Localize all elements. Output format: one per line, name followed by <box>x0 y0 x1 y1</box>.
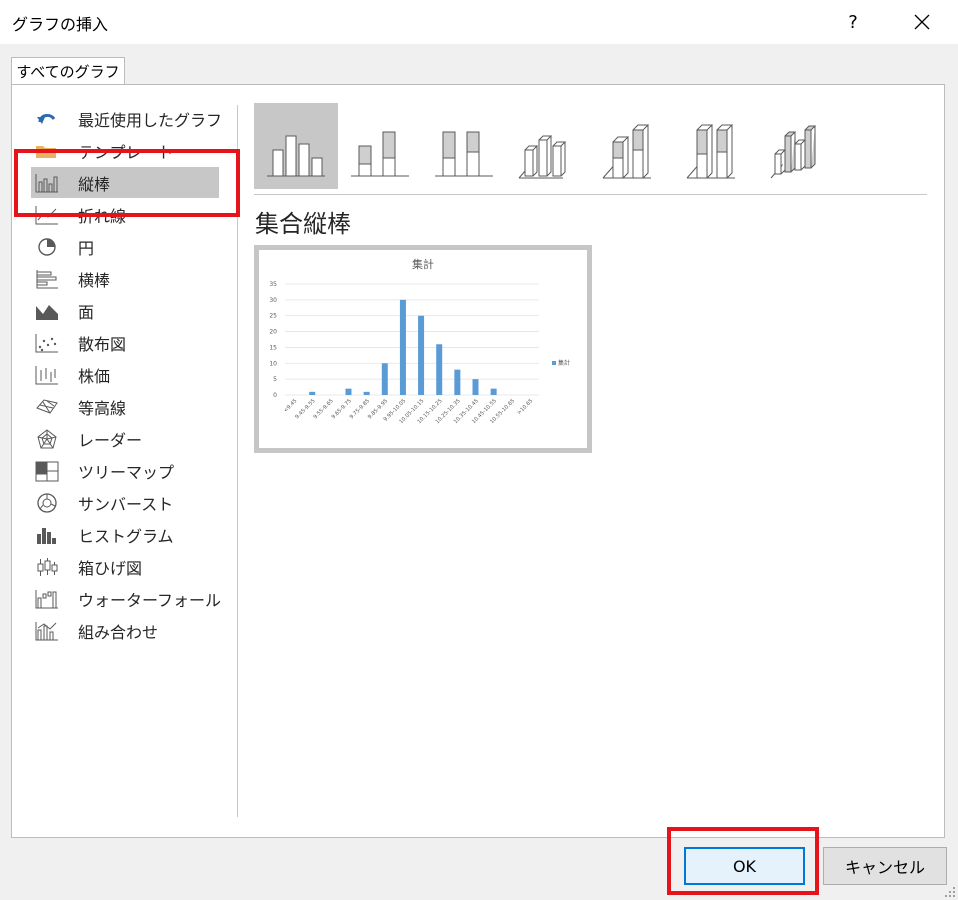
3d-stacked-column-icon[interactable] <box>590 103 674 189</box>
highlight-box-column <box>14 149 240 217</box>
dialog-title: グラフの挿入 <box>12 15 109 34</box>
chart-type-label: 最近使用したグラフ <box>78 110 223 130</box>
chart-type-label: 円 <box>78 238 95 258</box>
clustered-column-icon[interactable] <box>254 103 338 189</box>
chart-type-label: ウォーターフォール <box>78 590 222 610</box>
x-tick-label: >10.65 <box>516 398 534 416</box>
chart-type-item[interactable]: レーダー <box>31 423 219 454</box>
title-bar: グラフの挿入 ? <box>0 0 958 44</box>
chart-type-label: 散布図 <box>78 334 127 354</box>
close-icon <box>914 14 930 30</box>
chart-type-item[interactable]: 組み合わせ <box>31 615 219 646</box>
y-tick-label: 35 <box>269 281 277 288</box>
pie-chart-icon <box>34 236 60 258</box>
radar-chart-icon <box>34 428 60 450</box>
y-tick-label: 25 <box>269 313 277 320</box>
bar <box>309 391 316 395</box>
chart-type-item[interactable]: 散布図 <box>31 327 219 358</box>
sunburst-icon <box>34 492 60 514</box>
resize-grip-icon[interactable] <box>944 886 956 898</box>
combo-chart-icon <box>34 620 60 642</box>
treemap-icon <box>34 460 60 482</box>
y-tick-label: 30 <box>269 297 277 304</box>
chart-type-item[interactable]: ツリーマップ <box>31 455 219 486</box>
bar <box>454 369 461 395</box>
chart-type-item[interactable]: サンバースト <box>31 487 219 518</box>
y-tick-label: 5 <box>273 376 277 383</box>
stacked-column-icon[interactable] <box>338 103 422 189</box>
chart-type-label: 等高線 <box>78 398 127 418</box>
chart-type-label: 横棒 <box>78 270 111 290</box>
chart-type-item[interactable]: 箱ひげ図 <box>31 551 219 582</box>
close-button[interactable] <box>902 4 942 40</box>
subtype-heading: 集合縦棒 <box>255 210 351 238</box>
bar <box>363 391 370 395</box>
chart-type-label: 面 <box>78 302 95 322</box>
3d-column-icon[interactable] <box>758 103 842 189</box>
chart-type-item[interactable]: ウォーターフォール <box>31 583 222 614</box>
help-button[interactable]: ? <box>836 4 870 40</box>
100-stacked-column-icon[interactable] <box>422 103 506 189</box>
bar <box>472 379 479 395</box>
box-whisker-icon <box>34 556 60 578</box>
ok-button[interactable]: OK <box>684 847 805 885</box>
3d-100-stacked-column-icon[interactable] <box>674 103 758 189</box>
recent-icon <box>34 108 60 130</box>
chart-preview[interactable]: 集計 0 5 10 15 20 25 30 35 <9.45 9.45-9.55 9.55-9.65 9… <box>254 245 592 453</box>
legend-label: 集計 <box>558 359 570 367</box>
y-tick-label: 10 <box>269 360 277 367</box>
x-tick-label: <9.45 <box>283 398 299 414</box>
y-tick-label: 15 <box>269 344 277 351</box>
cancel-button[interactable]: キャンセル <box>823 847 947 885</box>
y-tick-label: 0 <box>273 392 277 399</box>
histogram-icon <box>34 524 60 546</box>
chart-type-item[interactable]: 面 <box>31 295 219 326</box>
stock-chart-icon <box>34 364 60 386</box>
chart-type-item[interactable]: 円 <box>31 231 219 262</box>
preview-chart: 集計05101520253035<9.459.45-9.559.55-9.659… <box>269 257 570 425</box>
chart-type-label: レーダー <box>78 430 143 450</box>
chart-type-item[interactable]: 株価 <box>31 359 219 390</box>
horizontal-divider <box>254 194 927 195</box>
chart-type-label: 箱ひげ図 <box>78 558 143 578</box>
bar <box>418 315 425 395</box>
area-chart-icon <box>34 300 60 322</box>
chart-type-label: ツリーマップ <box>78 462 175 482</box>
3d-clustered-column-icon[interactable] <box>506 103 590 189</box>
bar <box>345 388 352 395</box>
chart-type-label: ヒストグラム <box>78 526 174 546</box>
chart-title: 集計 <box>412 257 434 271</box>
legend-swatch <box>552 361 556 365</box>
waterfall-icon <box>34 588 60 610</box>
y-tick-label: 20 <box>269 329 277 336</box>
scatter-chart-icon <box>34 332 60 354</box>
tab-all-charts[interactable]: すべてのグラフ <box>11 57 125 85</box>
chart-type-label: 株価 <box>78 366 111 386</box>
chart-type-item[interactable]: ヒストグラム <box>31 519 219 550</box>
chart-type-label: サンバースト <box>78 494 174 514</box>
bar-chart-icon <box>34 268 60 290</box>
surface-chart-icon <box>34 396 60 418</box>
bar <box>381 363 388 395</box>
chart-type-label: 組み合わせ <box>78 622 159 642</box>
chart-type-item[interactable]: 等高線 <box>31 391 219 422</box>
bar <box>490 388 497 395</box>
bar <box>399 299 406 395</box>
chart-type-item[interactable]: 最近使用したグラフ <box>31 103 223 134</box>
bar <box>436 344 443 395</box>
chart-type-item[interactable]: 横棒 <box>31 263 219 294</box>
